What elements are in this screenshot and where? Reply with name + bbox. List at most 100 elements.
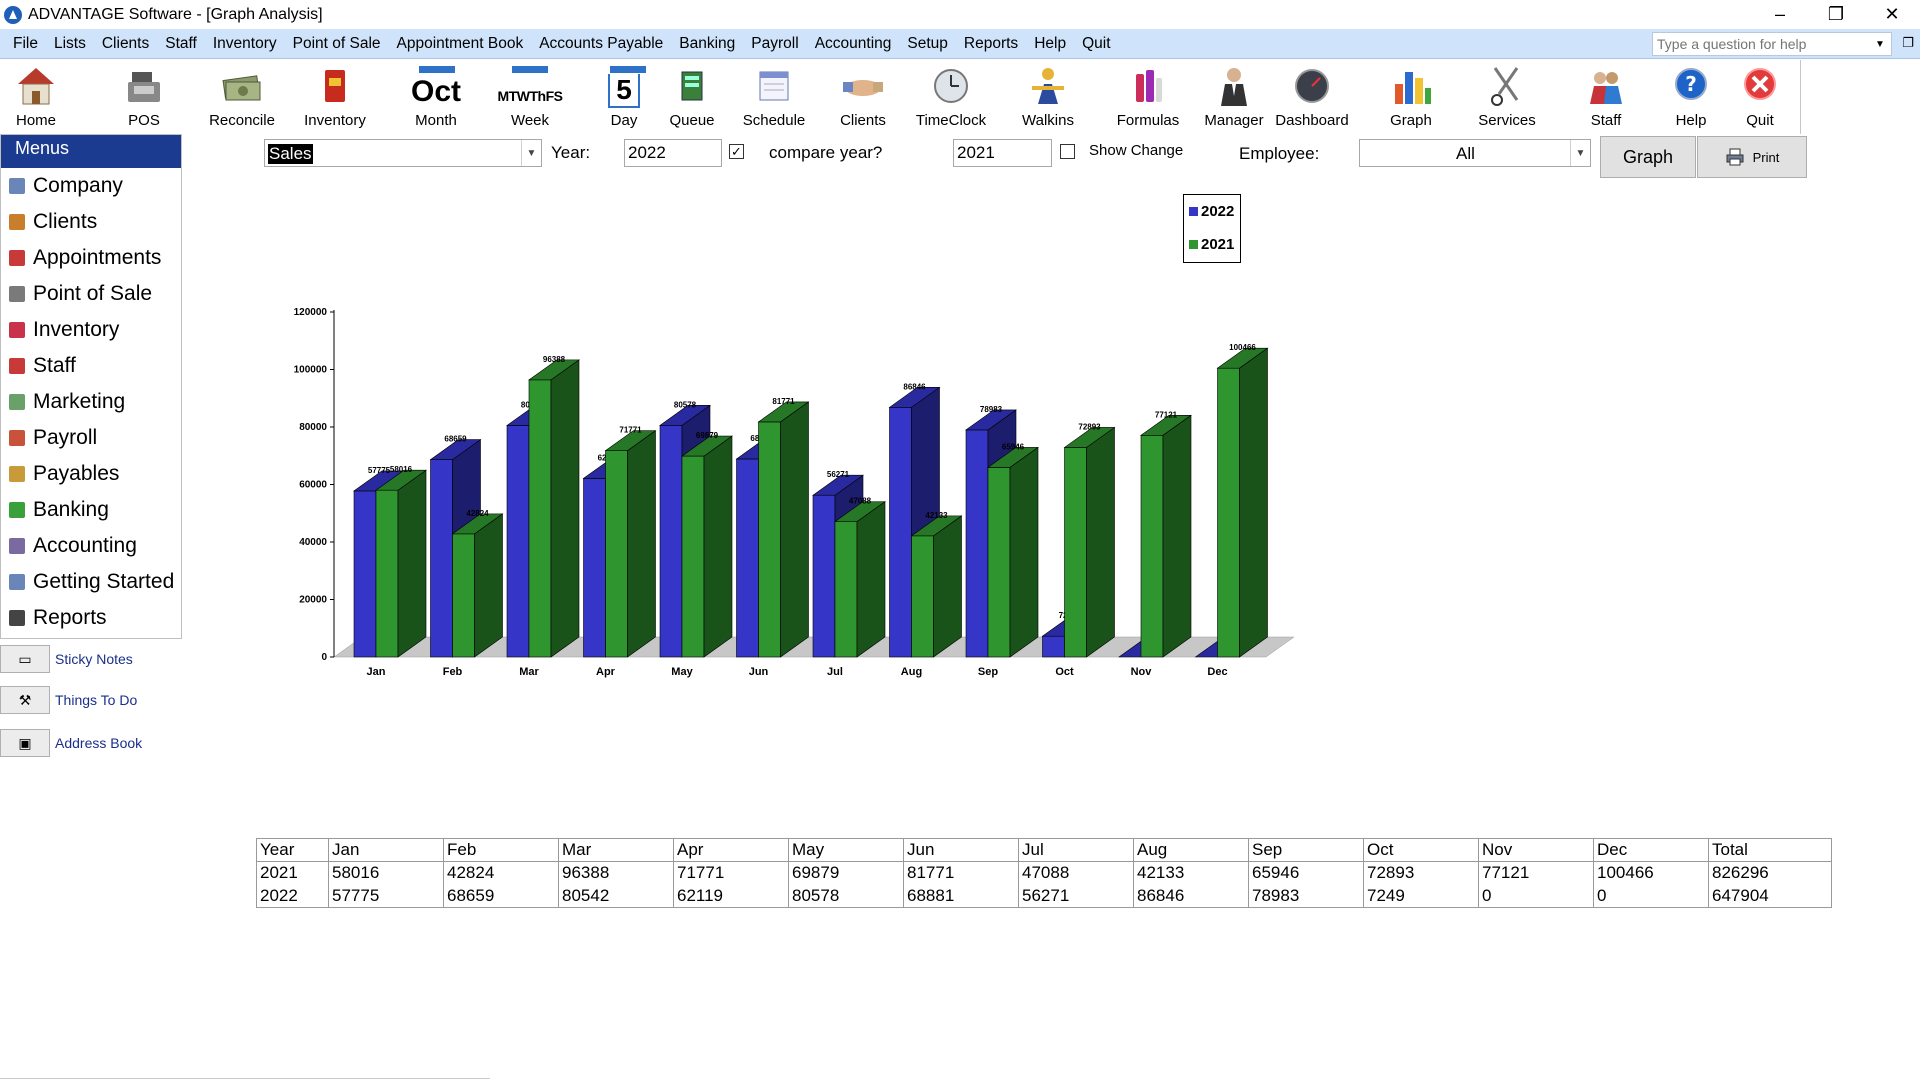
toolbar-inventory-button[interactable]: Inventory [293,64,377,134]
menu-inventory[interactable]: Inventory [205,35,285,53]
menu-link-payroll[interactable]: Payroll [1,420,181,456]
toolbar-staff-button[interactable]: Staff [1564,64,1648,134]
toolbar-timeclock-button[interactable]: TimeClock [909,64,993,134]
menu-link-marketing[interactable]: Marketing [1,384,181,420]
menu-quit[interactable]: Quit [1074,35,1118,53]
menu-file[interactable]: File [0,35,46,53]
table-header-cell: Mar [558,838,674,862]
address-book-icon[interactable]: ▣ [0,729,50,757]
toolbar-dashboard-button[interactable]: Dashboard [1270,64,1354,134]
menu-link-label: Point of Sale [33,282,153,305]
chart-legend: 2022 2021 [1183,194,1241,263]
chevron-down-icon[interactable]: ▼ [1871,39,1889,50]
table-header-row: Year Jan Feb Mar Apr May Jun Jul Aug Sep Oct Nov Dec… [256,838,1832,862]
menu-reports[interactable]: Reports [956,35,1026,53]
menu-point-of-sale[interactable]: Point of Sale [285,35,389,53]
toolbar-services-button[interactable]: Services [1465,64,1549,134]
toolbar-reconcile-button[interactable]: Reconcile [200,64,284,134]
toolbar-graph-button[interactable]: Graph [1369,64,1453,134]
bar-2022-oct [1042,635,1065,658]
compare-year-checkbox[interactable]: ✓ [729,144,744,159]
menu-link-label: Marketing [33,390,126,413]
menu-link-reports[interactable]: Reports [1,600,181,636]
menu-link-clients[interactable]: Clients [1,204,181,240]
menu-link-label: Payables [33,462,120,485]
menu-link-point-of-sale[interactable]: Point of Sale [1,276,181,312]
toolbar-label: Formulas [1116,112,1180,129]
toolbar-week-button[interactable]: MTWThFS Week [488,64,572,134]
table-cell: 7249 [1363,884,1479,908]
bar-2022-mar [506,425,530,658]
data-label: 81771 [772,397,795,406]
minimize-button[interactable]: – [1752,0,1808,29]
menu-link-label: Inventory [33,318,120,341]
toolbar-quit-button[interactable]: Quit [1718,64,1802,134]
toolbar-queue-button[interactable]: Queue [650,64,734,134]
menu-staff[interactable]: Staff [157,35,205,53]
chevron-down-icon[interactable]: ▼ [521,140,541,166]
help-search-box[interactable]: ▼ [1652,32,1892,56]
graph-button[interactable]: Graph [1600,136,1696,178]
menus-panel: Menus Company Clients Appointments Point of… [0,134,182,639]
toolbar-home-button[interactable]: Home [0,64,78,134]
shortcut-label[interactable]: Address Book [55,735,142,751]
todo-icon[interactable]: ⚒ [0,686,50,714]
menu-link-label: Accounting [33,534,137,557]
toolbar-clients-button[interactable]: Clients [821,64,905,134]
menu-link-inventory[interactable]: Inventory [1,312,181,348]
close-button[interactable]: ✕ [1864,0,1920,29]
menu-accounts-payable[interactable]: Accounts Payable [531,35,671,53]
main-toolbar: Home POS Reconcile Inventory Oct Month MTWThFS… [0,60,1800,134]
menu-link-appointments[interactable]: Appointments [1,240,181,276]
toolbar-month-button[interactable]: Oct Month [394,64,478,134]
chevron-down-icon[interactable]: ▼ [1570,140,1590,166]
y-tick-label: 100000 [294,365,328,376]
data-label: 65946 [1002,442,1025,451]
toolbar-walkins-button[interactable]: Walkins [1006,64,1090,134]
sticky-note-icon[interactable]: ▭ [0,645,50,673]
mdi-restore-icon[interactable]: ❐ [1902,35,1914,51]
calendar-glyph: MTWThFS [497,88,563,104]
table-cell: 86846 [1133,884,1249,908]
menu-clients[interactable]: Clients [94,35,157,53]
menu-accounting[interactable]: Accounting [807,35,900,53]
shortcut-label[interactable]: Things To Do [55,692,137,708]
print-button[interactable]: Print [1697,136,1807,178]
toolbar-manager-button[interactable]: Manager [1192,64,1276,134]
menu-lists[interactable]: Lists [46,35,94,53]
menu-link-company[interactable]: Company [1,168,181,204]
bar-2021-jul [834,521,858,658]
menu-link-banking[interactable]: Banking [1,492,181,528]
shortcut-sticky-notes[interactable]: ▭ Sticky Notes [0,645,133,673]
menu-help[interactable]: Help [1026,35,1074,53]
x-tick-label: Oct [1055,666,1074,678]
menu-appointment-book[interactable]: Appointment Book [389,35,532,53]
menus-list: Company Clients Appointments Point of Sale I… [1,168,181,636]
menu-link-payables[interactable]: Payables [1,456,181,492]
restore-button[interactable]: ❐ [1808,0,1864,29]
toolbar-label: Home [15,112,56,129]
x-tick-label: Jul [827,666,843,678]
help-search-input[interactable] [1653,36,1871,52]
print-button-label: Print [1752,149,1780,165]
report-type-select[interactable]: Sales ▼ [264,139,542,167]
menu-link-staff[interactable]: Staff [1,348,181,384]
year-input[interactable]: 2022 [624,139,722,167]
toolbar-formulas-button[interactable]: Formulas [1106,64,1190,134]
toolbar-label: Schedule [742,112,806,129]
menu-link-getting-started[interactable]: Getting Started [1,564,181,600]
employee-select[interactable]: All ▼ [1359,139,1591,167]
toolbar-schedule-button[interactable]: Schedule [732,64,816,134]
menu-payroll[interactable]: Payroll [743,35,806,53]
shortcut-things-to-do[interactable]: ⚒ Things To Do [0,686,137,714]
toolbar-label: Help [1675,112,1707,129]
show-change-checkbox[interactable] [1060,144,1075,159]
compare-year-input[interactable]: 2021 [953,139,1052,167]
shortcut-address-book[interactable]: ▣ Address Book [0,729,142,757]
menu-banking[interactable]: Banking [671,35,743,53]
table-cell: 71771 [673,861,789,885]
menu-link-accounting[interactable]: Accounting [1,528,181,564]
toolbar-pos-button[interactable]: POS [102,64,186,134]
shortcut-label[interactable]: Sticky Notes [55,651,133,667]
menu-setup[interactable]: Setup [899,35,956,53]
